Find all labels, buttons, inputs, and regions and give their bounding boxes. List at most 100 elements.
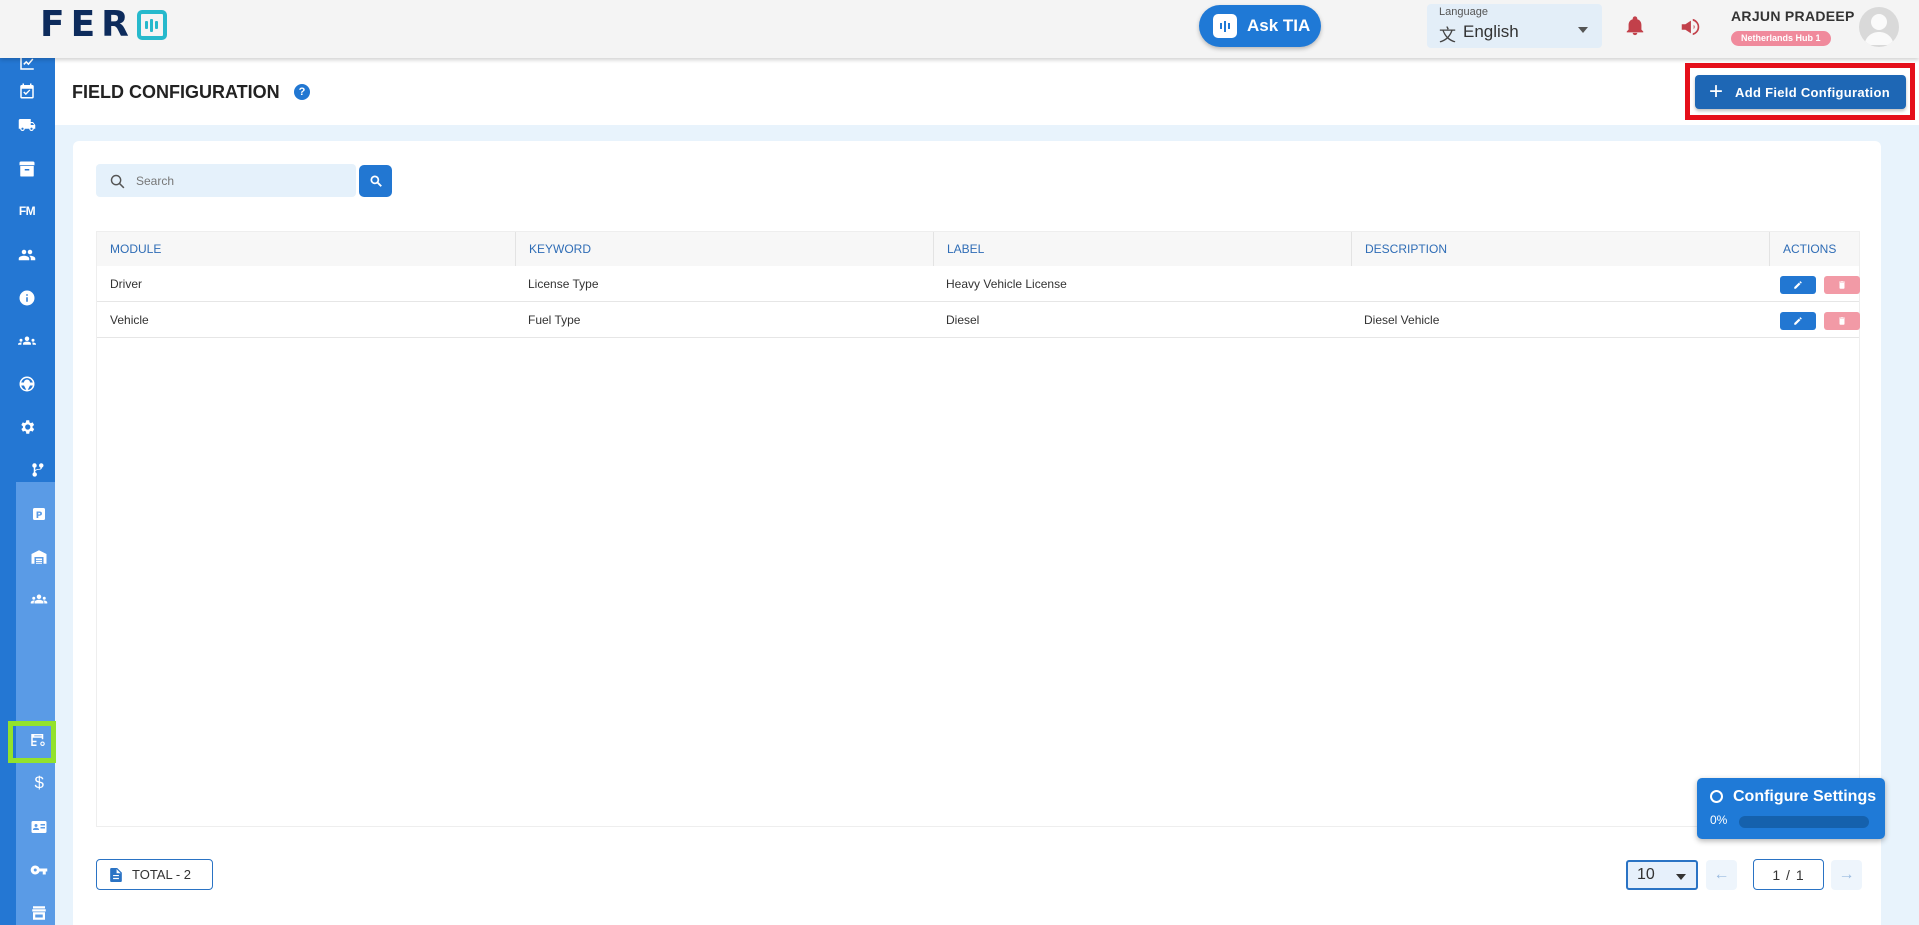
cell-label: Diesel xyxy=(946,313,980,327)
search-button[interactable] xyxy=(359,165,392,197)
pencil-icon xyxy=(1794,317,1802,325)
assistant-icon xyxy=(1213,14,1237,38)
previous-page-button[interactable]: ← xyxy=(1706,860,1737,890)
ask-tia-button[interactable]: Ask TIA xyxy=(1199,5,1321,47)
user-name: ARJUN PRADEEP xyxy=(1731,8,1855,24)
page-indicator: 1 / 1 xyxy=(1753,859,1824,890)
edit-button[interactable] xyxy=(1780,276,1816,294)
sidebar-item-users[interactable] xyxy=(12,242,42,268)
configure-settings-title: Configure Settings xyxy=(1733,788,1877,805)
archive-box-icon xyxy=(19,161,35,177)
pencil-icon xyxy=(1794,281,1802,289)
help-icon[interactable]: ? xyxy=(294,84,310,100)
plus-icon: + xyxy=(1709,78,1724,105)
sidebar-item-schedule[interactable] xyxy=(12,78,42,104)
sidebar-item-inventory[interactable] xyxy=(12,156,42,182)
column-header-module[interactable]: MODULE xyxy=(97,232,515,266)
field-configuration-icon xyxy=(31,734,45,746)
page-size-select[interactable]: 10 xyxy=(1626,860,1698,890)
cell-description: Diesel Vehicle xyxy=(1364,313,1440,327)
megaphone-icon[interactable] xyxy=(1678,16,1702,38)
store-icon xyxy=(32,906,46,920)
language-value: English xyxy=(1463,22,1519,41)
bell-icon[interactable] xyxy=(1624,14,1646,38)
column-header-actions: ACTIONS xyxy=(1769,232,1859,266)
column-header-keyword[interactable]: KEYWORD xyxy=(515,232,933,266)
delete-button[interactable] xyxy=(1824,312,1860,330)
sidebar-item-vehicles[interactable] xyxy=(12,112,42,138)
avatar[interactable] xyxy=(1859,7,1899,47)
sidebar-item-parking[interactable]: P xyxy=(24,501,54,527)
cell-label: Heavy Vehicle License xyxy=(946,277,1067,291)
page-header: FIELD CONFIGURATION ? xyxy=(55,58,1919,125)
sidebar-item-finance[interactable]: $ xyxy=(24,770,54,796)
chevron-down-icon xyxy=(1578,27,1588,33)
sidebar-item-routes[interactable] xyxy=(24,457,54,483)
sidebar-item-settings[interactable] xyxy=(12,414,42,440)
language-caption: Language xyxy=(1439,6,1488,18)
team-icon xyxy=(18,336,36,345)
edit-button[interactable] xyxy=(1780,312,1816,330)
page-size-value: 10 xyxy=(1637,866,1655,883)
logo-text: FER xyxy=(40,4,135,45)
sidebar-item-info[interactable] xyxy=(12,285,42,311)
table-header: MODULE KEYWORD LABEL DESCRIPTION ACTIONS xyxy=(97,232,1859,266)
parking-icon: P xyxy=(33,508,45,521)
cell-keyword: Fuel Type xyxy=(528,313,581,327)
column-header-description[interactable]: DESCRIPTION xyxy=(1351,232,1769,266)
search-field xyxy=(96,164,356,197)
route-branch-icon xyxy=(32,463,44,477)
dollar-icon: $ xyxy=(34,773,44,792)
ask-tia-label: Ask TIA xyxy=(1247,16,1311,35)
top-header: FER Ask TIA Language 文 English ARJUN PRA… xyxy=(0,0,1919,58)
next-page-button[interactable]: → xyxy=(1831,860,1862,890)
sidebar-item-id-cards[interactable] xyxy=(24,814,54,840)
document-icon xyxy=(110,867,122,882)
configure-settings-widget[interactable]: Configure Settings 0% xyxy=(1697,778,1885,839)
delete-button[interactable] xyxy=(1824,276,1860,294)
sidebar-item-warehouse[interactable] xyxy=(24,544,54,570)
sidebar-nav: FM P $ xyxy=(0,56,56,925)
sidebar-item-fm[interactable]: FM xyxy=(12,198,42,224)
chevron-down-icon xyxy=(1676,874,1686,880)
steering-wheel-icon xyxy=(19,376,35,392)
table-row: Driver License Type Heavy Vehicle Licens… xyxy=(97,266,1860,302)
trash-icon xyxy=(1839,281,1845,289)
total-count-button[interactable]: TOTAL - 2 xyxy=(96,859,213,890)
language-select[interactable]: Language 文 English xyxy=(1427,4,1602,48)
logo-mark-icon xyxy=(136,10,167,40)
users-icon xyxy=(18,249,36,261)
search-icon xyxy=(369,175,382,187)
total-count-label: TOTAL - 2 xyxy=(132,867,191,882)
warehouse-icon xyxy=(31,550,47,564)
search-input[interactable] xyxy=(136,164,346,197)
sidebar-item-team[interactable] xyxy=(12,328,42,354)
group-icon xyxy=(30,594,48,604)
configure-progress-label: 0% xyxy=(1710,813,1728,827)
column-header-label[interactable]: LABEL xyxy=(933,232,1351,266)
cell-module: Driver xyxy=(110,277,142,291)
search-icon xyxy=(110,174,125,189)
calendar-check-icon xyxy=(20,83,34,99)
info-icon xyxy=(19,290,35,306)
sidebar-item-groups[interactable] xyxy=(24,586,54,612)
sidebar-item-field-configuration[interactable] xyxy=(23,727,53,753)
key-icon xyxy=(30,865,48,875)
arrow-right-icon: → xyxy=(1838,866,1855,883)
fero-logo[interactable]: FER xyxy=(40,4,167,45)
sidebar-item-drivers[interactable] xyxy=(12,371,42,397)
fm-text-icon: FM xyxy=(18,204,36,218)
hub-badge: Netherlands Hub 1 xyxy=(1731,31,1831,46)
progress-circle-icon xyxy=(1710,790,1723,803)
configure-progress-bar xyxy=(1739,816,1869,828)
translate-icon: 文 xyxy=(1439,26,1456,45)
content-card: MODULE KEYWORD LABEL DESCRIPTION ACTIONS… xyxy=(73,141,1881,925)
sidebar-item-access[interactable] xyxy=(24,857,54,883)
truck-icon xyxy=(18,119,36,131)
gear-icon xyxy=(21,420,35,434)
arrow-left-icon: ← xyxy=(1713,866,1730,883)
add-field-configuration-button[interactable]: + Add Field Configuration xyxy=(1695,75,1906,109)
cell-description xyxy=(1351,266,1364,302)
table-row: Vehicle Fuel Type Diesel Diesel Vehicle xyxy=(97,302,1860,338)
sidebar-item-store[interactable] xyxy=(24,900,54,925)
